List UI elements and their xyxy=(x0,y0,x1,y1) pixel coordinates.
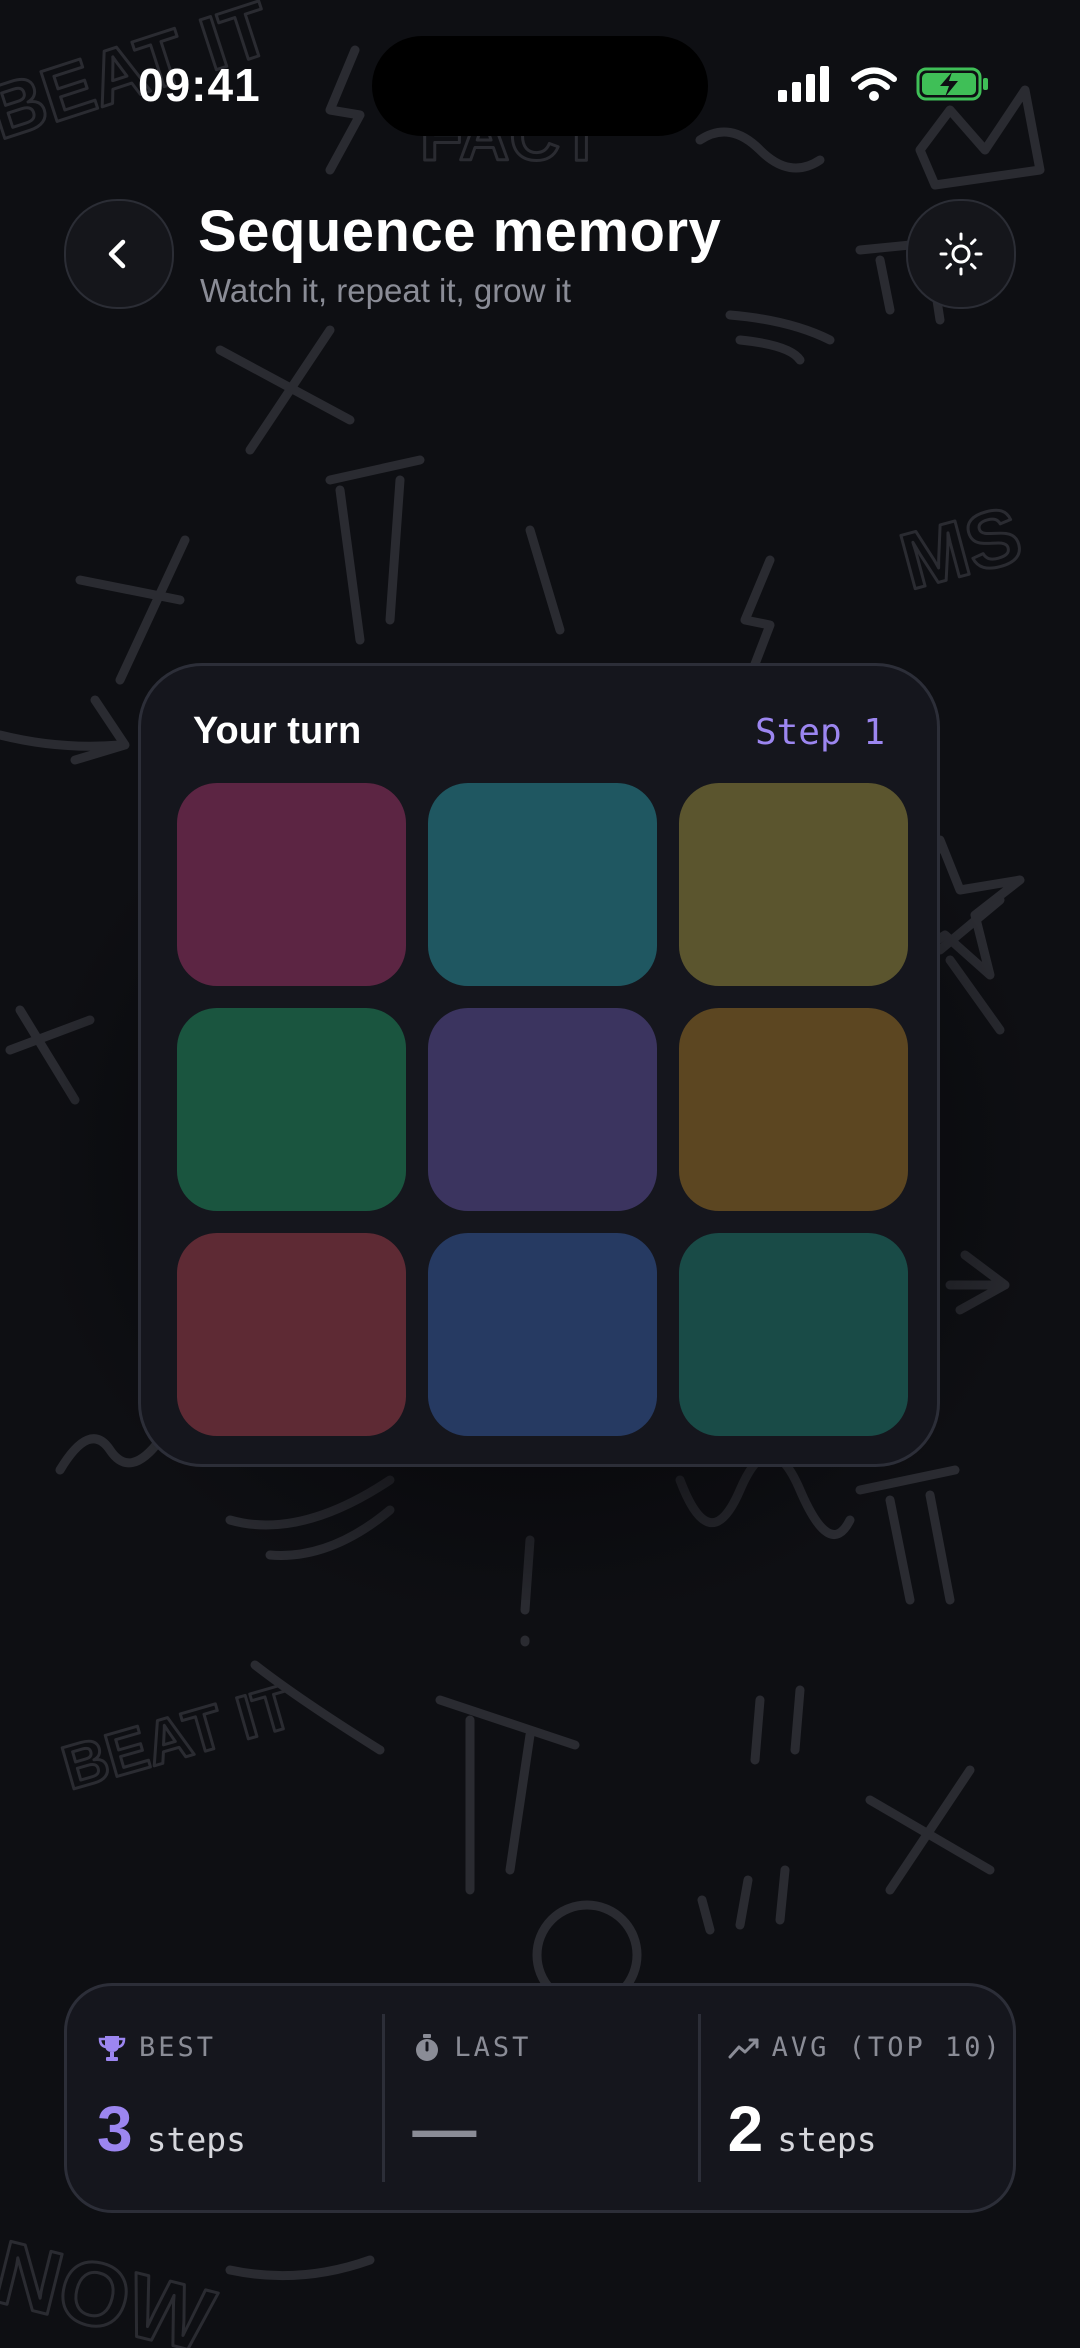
tile-3[interactable] xyxy=(679,783,908,986)
page-subtitle: Watch it, repeat it, grow it xyxy=(200,272,572,309)
stat-last-label: LAST xyxy=(454,2032,532,2063)
stat-best-value: 3 xyxy=(97,2093,133,2165)
trophy-icon xyxy=(98,2035,126,2061)
stat-best-unit: steps xyxy=(146,2120,246,2159)
dynamic-island xyxy=(372,36,708,136)
cellular-signal-icon xyxy=(778,66,829,102)
stat-average-label: AVG (TOP 10) xyxy=(771,2032,1003,2063)
status-time: 09:41 xyxy=(138,59,261,111)
wifi-icon xyxy=(851,67,897,101)
status-icons xyxy=(778,66,990,102)
tile-6[interactable] xyxy=(679,1008,908,1211)
stat-last: LAST — xyxy=(382,1986,697,2210)
tile-grid xyxy=(177,783,908,1436)
sun-icon xyxy=(939,232,983,276)
stat-last-value: — xyxy=(412,2093,477,2165)
turn-label: Your turn xyxy=(193,710,362,752)
tile-1[interactable] xyxy=(177,783,406,986)
chevron-left-icon xyxy=(108,239,126,269)
page-title: Sequence memory xyxy=(198,199,722,264)
stat-average-unit: steps xyxy=(777,2120,877,2159)
stopwatch-icon xyxy=(416,2033,439,2061)
theme-toggle-button[interactable] xyxy=(906,199,1016,309)
stats-panel: BEST 3 steps LAST — AVG (TOP 10) 2 steps xyxy=(64,1983,1016,2213)
tile-8[interactable] xyxy=(428,1233,657,1436)
tile-5[interactable] xyxy=(428,1008,657,1211)
stat-average: AVG (TOP 10) 2 steps xyxy=(697,1986,1013,2210)
stat-best: BEST 3 steps xyxy=(67,1986,382,2210)
trend-icon xyxy=(728,2038,759,2058)
game-board: Your turn Step 1 xyxy=(138,663,940,1467)
step-counter: Step 1 xyxy=(754,712,885,753)
doodle-text-now: NOW xyxy=(0,2222,223,2348)
doodle-text-ms: MS xyxy=(891,489,1030,606)
tile-4[interactable] xyxy=(177,1008,406,1211)
doodle-text-beat-it-2: BEAT IT xyxy=(55,1672,301,1804)
battery-charging-icon xyxy=(916,67,988,101)
tile-7[interactable] xyxy=(177,1233,406,1436)
stat-average-value: 2 xyxy=(727,2093,764,2165)
stat-best-label: BEST xyxy=(139,2032,217,2063)
tile-9[interactable] xyxy=(679,1233,908,1436)
tile-2[interactable] xyxy=(428,783,657,986)
back-button[interactable] xyxy=(64,199,174,309)
